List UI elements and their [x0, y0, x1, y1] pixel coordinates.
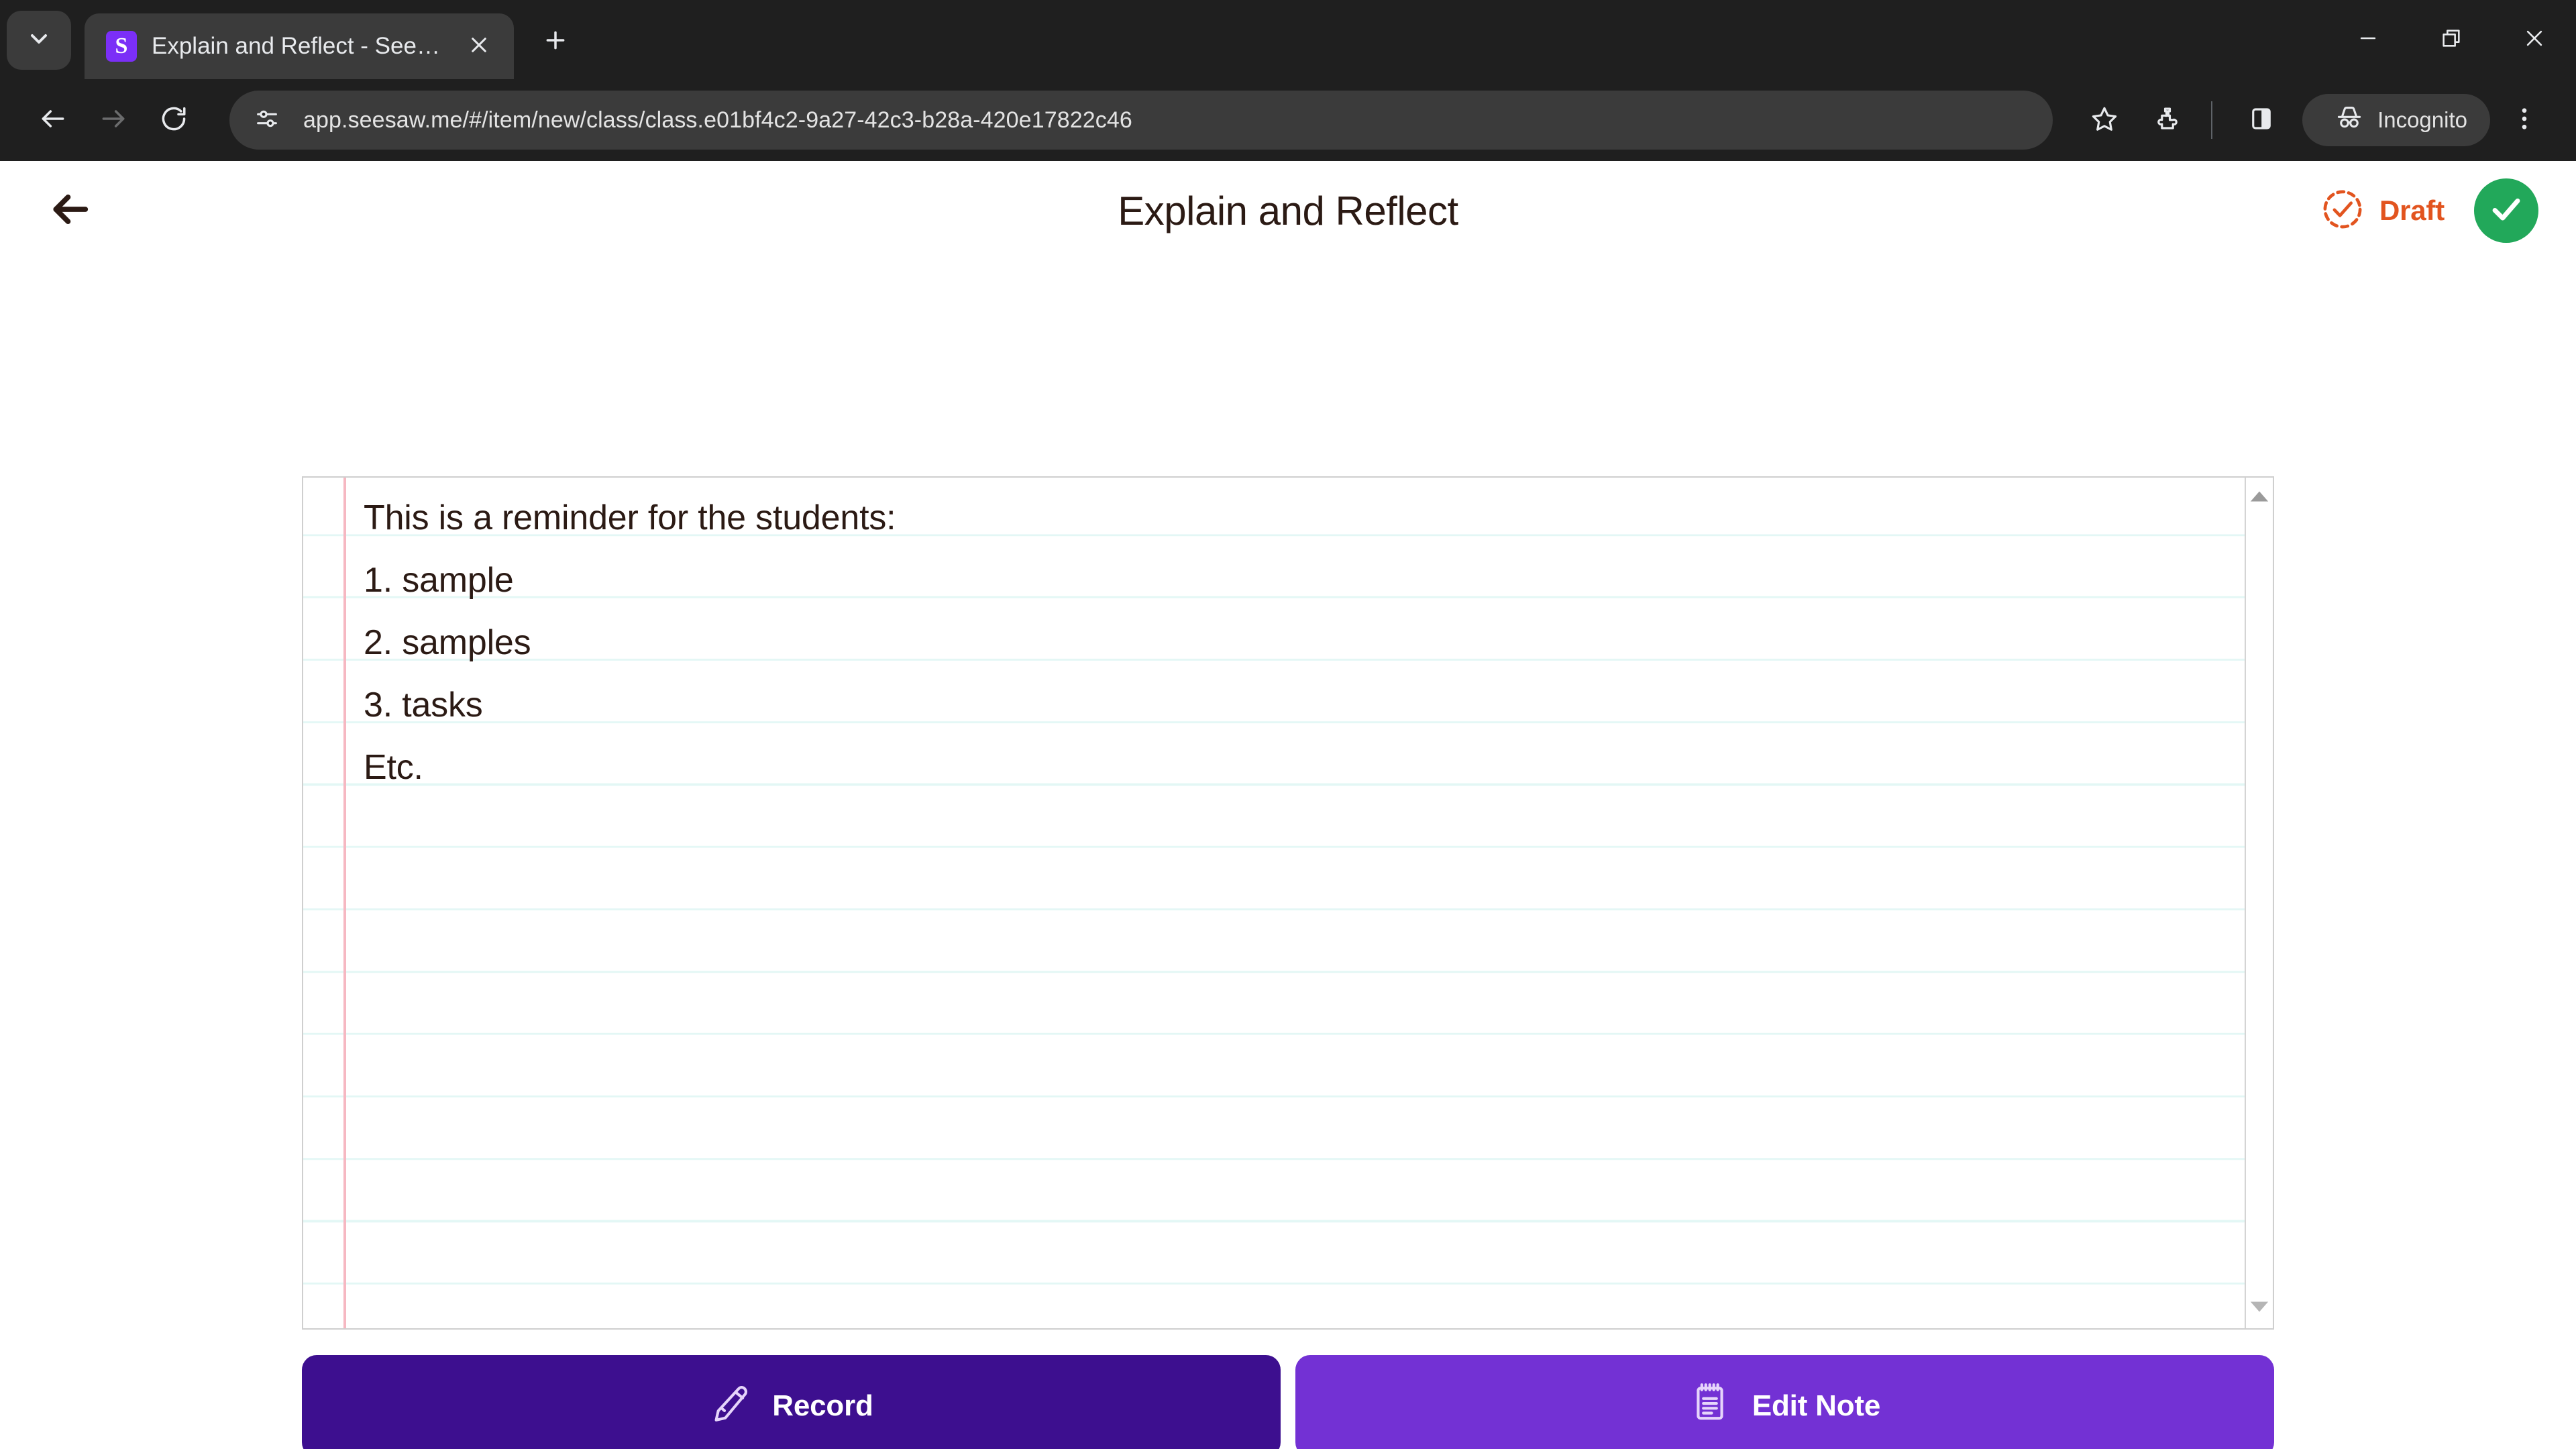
plus-icon: [542, 27, 569, 57]
minimize-icon: [2357, 27, 2379, 53]
status-badge[interactable]: Draft: [2320, 187, 2445, 235]
note-scrollbar[interactable]: [2245, 478, 2273, 1328]
scroll-up-arrow-icon: [2249, 490, 2269, 506]
browser-toolbar: app.seesaw.me/#/item/new/class/class.e01…: [0, 79, 2576, 161]
record-button-label: Record: [772, 1389, 873, 1422]
forward-arrow-icon: [99, 104, 128, 137]
note-line: 1. sample: [364, 561, 514, 600]
microphone-icon: [709, 1382, 751, 1431]
browser-back-button[interactable]: [23, 90, 83, 150]
back-arrow-icon: [38, 104, 68, 137]
note-line: 2. samples: [364, 623, 531, 662]
scroll-down-arrow-icon: [2249, 1300, 2269, 1317]
extensions-button[interactable]: [2139, 91, 2196, 149]
tab-title: Explain and Reflect - Seesaw: [152, 33, 451, 59]
note-text-content[interactable]: This is a reminder for the students: 1. …: [364, 487, 2233, 1328]
new-tab-button[interactable]: [530, 16, 581, 67]
seesaw-favicon-icon: S: [106, 31, 137, 62]
restore-icon: [2440, 27, 2463, 53]
close-icon: [2523, 27, 2546, 53]
action-bar: Record Edit Note: [302, 1355, 2274, 1449]
address-bar[interactable]: app.seesaw.me/#/item/new/class/class.e01…: [229, 91, 2053, 150]
puzzle-icon: [2153, 105, 2182, 136]
tab-search-button[interactable]: [7, 11, 71, 70]
incognito-indicator[interactable]: Incognito: [2302, 94, 2490, 146]
star-icon: [2090, 105, 2118, 136]
note-line: 3. tasks: [364, 686, 483, 724]
scrollbar-down-button[interactable]: [2247, 1299, 2271, 1318]
browser-forward-button[interactable]: [83, 90, 144, 150]
dashed-circle-check-icon: [2320, 187, 2365, 235]
status-badge-label: Draft: [2379, 195, 2445, 226]
site-settings-button[interactable]: [250, 103, 284, 138]
window-controls: [2326, 0, 2576, 79]
back-arrow-icon: [49, 189, 91, 233]
browser-tab[interactable]: S Explain and Reflect - Seesaw: [85, 13, 514, 79]
toolbar-divider: [2211, 101, 2213, 139]
note-card[interactable]: This is a reminder for the students: 1. …: [302, 476, 2274, 1330]
minimize-window-button[interactable]: [2326, 0, 2410, 79]
note-line: This is a reminder for the students:: [364, 498, 896, 537]
chevron-down-icon: [25, 25, 52, 56]
submit-button[interactable]: [2474, 178, 2538, 243]
three-dot-menu-icon: [2510, 105, 2538, 136]
record-button[interactable]: Record: [302, 1355, 1281, 1449]
app-back-button[interactable]: [38, 178, 102, 243]
header-actions: Draft: [2320, 178, 2538, 243]
scrollbar-up-button[interactable]: [2247, 488, 2271, 507]
favicon-letter: S: [115, 34, 128, 58]
edit-note-button-label: Edit Note: [1752, 1389, 1881, 1422]
browser-window: S Explain and Reflect - Seesaw app.seesa…: [0, 0, 2576, 1449]
incognito-label: Incognito: [2377, 107, 2467, 132]
app-header: Explain and Reflect Draft: [0, 161, 2576, 260]
side-panel-button[interactable]: [2233, 91, 2290, 149]
side-panel-icon: [2247, 105, 2275, 136]
incognito-icon: [2334, 103, 2364, 138]
tab-strip: S Explain and Reflect - Seesaw: [0, 0, 2576, 79]
tab-close-button[interactable]: [460, 28, 498, 65]
close-icon: [468, 34, 490, 59]
browser-menu-button[interactable]: [2496, 91, 2553, 149]
page-title: Explain and Reflect: [1118, 188, 1458, 233]
close-window-button[interactable]: [2493, 0, 2576, 79]
browser-reload-button[interactable]: [144, 90, 204, 150]
notepad-icon: [1689, 1382, 1731, 1431]
check-icon: [2487, 190, 2526, 232]
tune-icon: [254, 105, 280, 136]
margin-rule: [343, 478, 346, 1328]
edit-note-button[interactable]: Edit Note: [1295, 1355, 2274, 1449]
note-line: Etc.: [364, 748, 423, 787]
bookmark-button[interactable]: [2076, 91, 2133, 149]
maximize-window-button[interactable]: [2410, 0, 2493, 79]
reload-icon: [159, 104, 189, 137]
seesaw-page: Explain and Reflect Draft This is a remi…: [0, 161, 2576, 1449]
url-text[interactable]: app.seesaw.me/#/item/new/class/class.e01…: [303, 107, 1132, 133]
